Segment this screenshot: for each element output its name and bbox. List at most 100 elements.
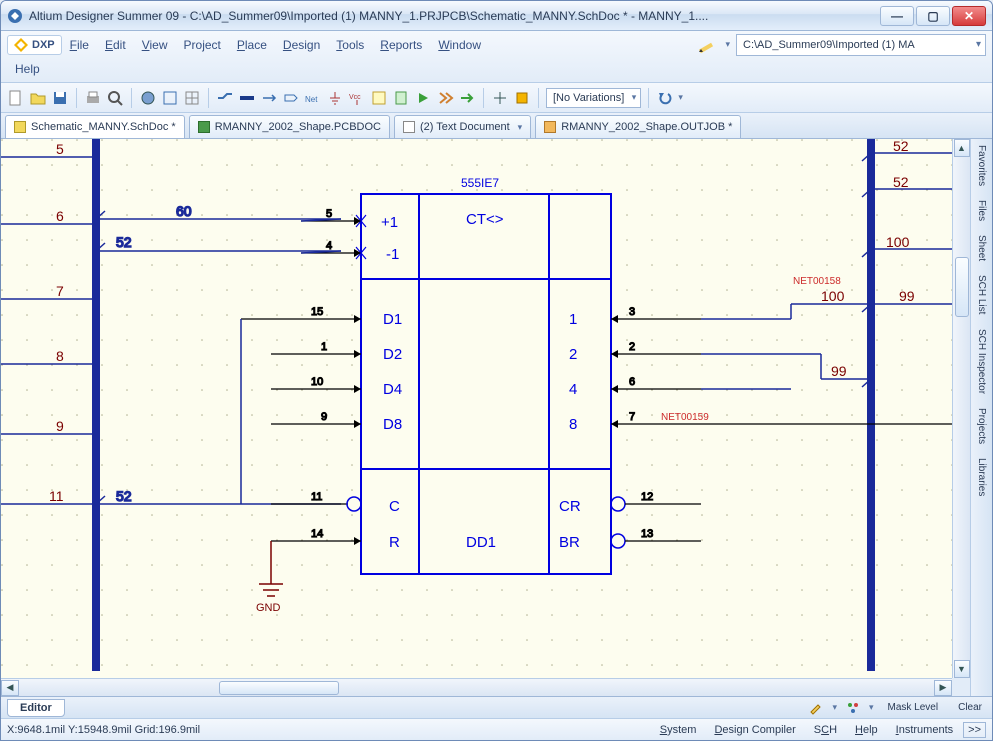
status-help[interactable]: Help [847,722,886,738]
probe-icon[interactable] [513,89,531,107]
port-icon[interactable] [282,89,300,107]
menu-view[interactable]: View [134,34,176,56]
menu-file[interactable]: FFileile [62,34,97,56]
netlabel: NET00158 [793,276,841,287]
menu-project[interactable]: Project [176,34,229,56]
pin-number: 9 [321,411,327,423]
panel-files[interactable]: Files [975,198,988,223]
tab-schematic[interactable]: Schematic_MANNY.SchDoc * [5,115,185,138]
netlabel-icon[interactable]: Net [304,89,322,107]
scroll-thumb[interactable] [955,257,969,317]
status-more[interactable]: >> [963,722,986,738]
next-icon[interactable] [436,89,454,107]
pin-label: 2 [569,346,577,363]
tab-label: RMANNY_2002_Shape.PCBDOC [215,121,381,133]
status-system[interactable]: System [652,722,705,738]
dropdown-icon[interactable]: ▾ [725,39,730,50]
menu-design[interactable]: Design [275,34,328,56]
netlabel: 100 [821,288,845,304]
menu-window[interactable]: Window [430,34,489,56]
minimize-button[interactable]: ― [880,6,914,26]
pin-label: 4 [569,381,577,398]
clear-button[interactable]: Clear [952,700,988,715]
component-555ie7[interactable]: 555IE7 CT<> DD1 +1 -1 D1 D2 D4 D8 C R [361,176,611,574]
play-icon[interactable] [414,89,432,107]
undo-icon[interactable] [656,89,674,107]
bottom-tabs: Editor ▾ ▾ Mask Level Clear [1,696,992,718]
wire-icon[interactable] [216,89,234,107]
netlabel: 99 [899,288,915,304]
menu-edit[interactable]: Edit [97,34,134,56]
scroll-down-icon[interactable]: ▼ [954,660,970,678]
arrow-icon[interactable] [458,89,476,107]
cross-icon[interactable] [491,89,509,107]
dropdown-icon[interactable]: ▾ [678,92,683,103]
pin-number: 15 [311,306,323,318]
pin-label: D4 [383,381,402,398]
vcc-icon[interactable]: Vcc [348,89,366,107]
panel-libraries[interactable]: Libraries [975,456,988,498]
scroll-left-icon[interactable]: ◀ [1,680,19,696]
open-icon[interactable] [29,89,47,107]
paint-icon[interactable] [808,700,824,716]
netlabel: 5 [56,141,64,157]
panel-sheet[interactable]: Sheet [975,233,988,263]
zoom-icon[interactable] [139,89,157,107]
pin-number: 3 [629,306,635,318]
maximize-button[interactable]: ▢ [916,6,950,26]
pin-number: 12 [641,491,653,503]
menu-place[interactable]: Place [229,34,275,56]
status-instruments[interactable]: Instruments [888,722,961,738]
netlabel: 52 [893,139,909,154]
bus-icon[interactable] [238,89,256,107]
grid-icon[interactable] [183,89,201,107]
horizontal-scrollbar[interactable]: ◀ ▶ [1,678,952,696]
new-icon[interactable] [7,89,25,107]
save-icon[interactable] [51,89,69,107]
note-icon[interactable] [370,89,388,107]
filter-icon[interactable] [845,700,861,716]
panel-projects[interactable]: Projects [975,406,988,446]
tab-pcb[interactable]: RMANNY_2002_Shape.PCBDOC [189,115,390,138]
panel-favorites[interactable]: Favorites [975,143,988,188]
sheet-icon[interactable] [392,89,410,107]
close-button[interactable]: ✕ [952,6,986,26]
part-icon[interactable] [260,89,278,107]
status-design-compiler[interactable]: Design Compiler [706,722,803,738]
preview-icon[interactable] [106,89,124,107]
pin-number: 11 [311,491,322,503]
pencil-icon[interactable] [697,36,719,54]
pin-label: -1 [386,246,399,263]
mask-level-button[interactable]: Mask Level [882,700,945,715]
menu-reports[interactable]: Reports [372,34,430,56]
netlabel: 9 [56,418,64,434]
tab-outjob[interactable]: RMANNY_2002_Shape.OUTJOB * [535,115,741,138]
document-tabs: Schematic_MANNY.SchDoc * RMANNY_2002_Sha… [1,113,992,139]
pin-number: 14 [311,528,323,540]
menubar: DXP FFileile Edit View Project Place Des… [1,31,992,83]
panel-sch-list[interactable]: SCH List [975,273,988,316]
layer-icon[interactable] [161,89,179,107]
tab-editor[interactable]: Editor [7,699,65,717]
variations-dropdown[interactable]: [No Variations] [546,88,641,108]
gnd-icon[interactable] [326,89,344,107]
panel-sch-inspector[interactable]: SCH Inspector [975,327,988,396]
tab-text[interactable]: (2) Text Document▾ [394,115,531,138]
schematic-canvas[interactable]: 5 6 7 8 9 11 60 52 52 [1,139,970,696]
menu-tools[interactable]: Tools [328,34,372,56]
pin-label: R [389,534,400,551]
scroll-up-icon[interactable]: ▲ [954,139,970,157]
window-title: Altium Designer Summer 09 - C:\AD_Summer… [29,9,880,23]
print-icon[interactable] [84,89,102,107]
menu-help[interactable]: Help [7,58,48,80]
path-field[interactable]: C:\AD_Summer09\Imported (1) MA [736,34,986,56]
dxp-button[interactable]: DXP [7,35,62,55]
vertical-scrollbar[interactable]: ▲ ▼ [952,139,970,678]
pin-number: 2 [629,341,635,353]
scroll-right-icon[interactable]: ▶ [934,680,952,696]
toolbar: Net Vcc [No Variations] ▾ [1,83,992,113]
netlabel: 7 [56,283,64,299]
scroll-thumb[interactable] [219,681,339,695]
pin-number: 13 [641,528,653,540]
status-sch[interactable]: SCH [806,722,845,738]
